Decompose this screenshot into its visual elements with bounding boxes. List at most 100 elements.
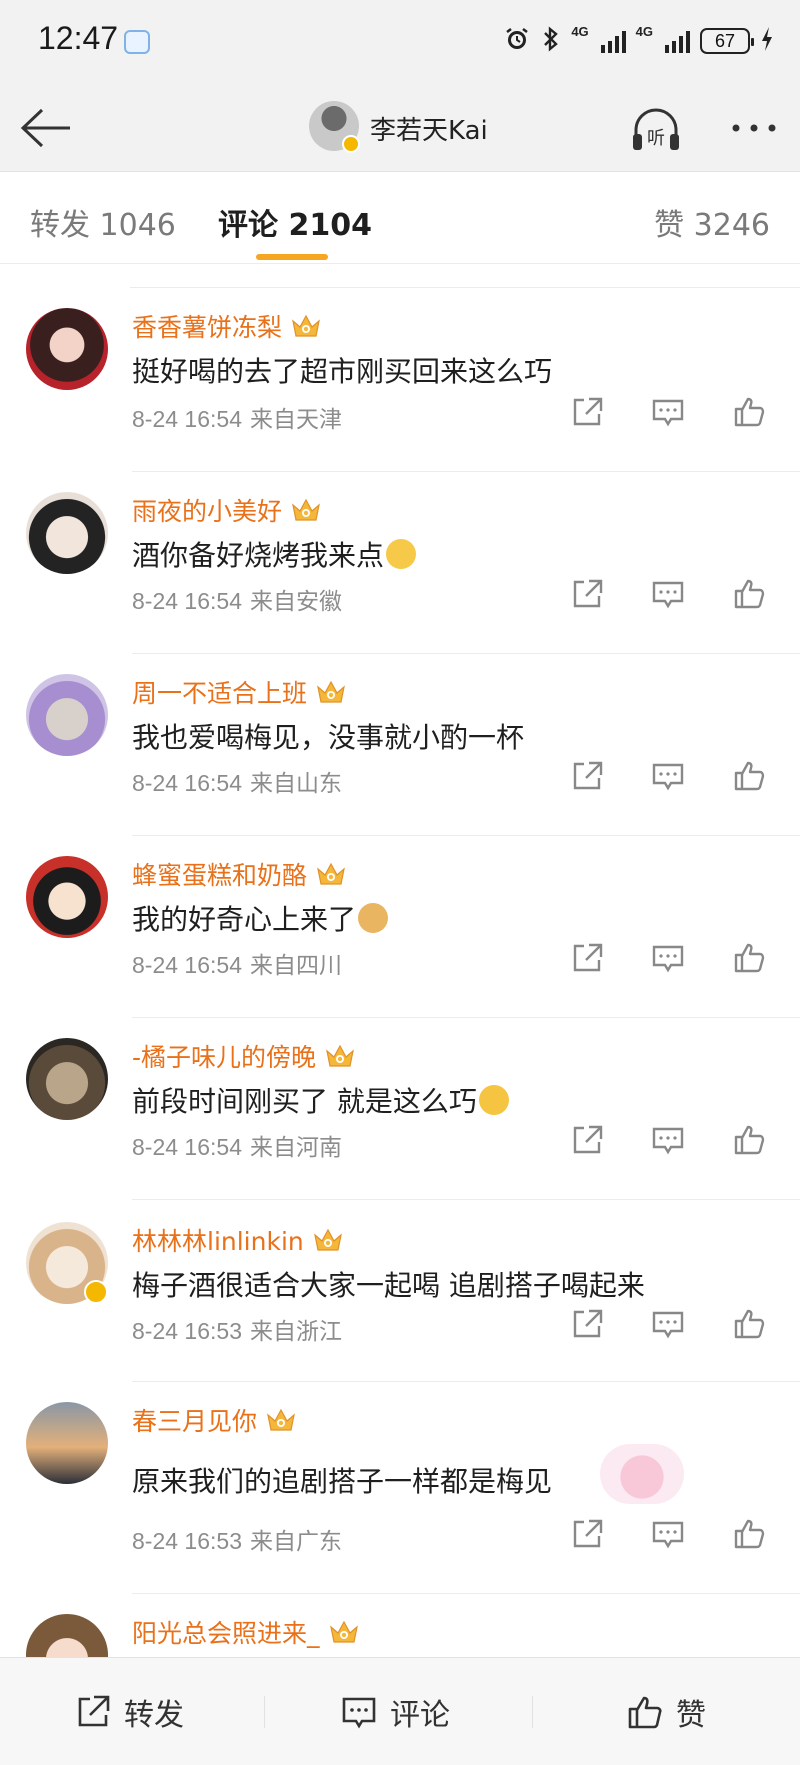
username[interactable]: 蜂蜜蛋糕和奶酪 [132, 856, 307, 892]
comment-reply-button[interactable] [648, 756, 688, 796]
tab-bar: 转发 1046 评论 2104 赞 3246 [0, 172, 800, 264]
status-time: 12:47 [38, 20, 119, 56]
comment-text: 梅子酒很适合大家一起喝 追剧搭子喝起来 [132, 1264, 645, 1304]
username-row: 阳光总会照进来_ [132, 1614, 360, 1650]
comment-item[interactable]: 周一不适合上班 我也爱喝梅见，没事就小酌一杯 8-24 16:54 来自山东 [0, 654, 800, 836]
username[interactable]: 阳光总会照进来_ [132, 1614, 320, 1650]
comment-time: 8-24 16:54 [132, 1134, 242, 1160]
share-icon [573, 761, 603, 790]
more-dots-icon [732, 124, 776, 132]
username[interactable]: 周一不适合上班 [132, 674, 307, 710]
username-row: -橘子味儿的傍晚 [132, 1038, 356, 1074]
user-avatar[interactable] [26, 492, 108, 574]
comment-button[interactable]: 评论 [340, 1688, 450, 1736]
comment-item[interactable]: 香香薯饼冻梨 挺好喝的去了超市刚买回来这么巧 8-24 16:54 来自天津 [0, 288, 800, 472]
username[interactable]: 香香薯饼冻梨 [132, 308, 282, 344]
user-avatar[interactable] [26, 1402, 108, 1484]
divider [264, 1696, 265, 1728]
like-label: 赞 [676, 1698, 706, 1733]
previous-comment-partial [130, 264, 800, 288]
comment-share-button[interactable] [568, 392, 608, 432]
comment-reply-button[interactable] [648, 938, 688, 978]
user-avatar[interactable] [26, 308, 108, 390]
share-icon [78, 1695, 110, 1727]
comment-share-button[interactable] [568, 1304, 608, 1344]
vip-crown-icon [292, 498, 320, 521]
comment-reply-button[interactable] [648, 1514, 688, 1554]
username[interactable]: 雨夜的小美好 [132, 492, 282, 528]
status-bar: 12:47 4G 4G 67 [0, 0, 800, 84]
comment-text: 前段时间刚买了 就是这么巧 [132, 1080, 509, 1120]
comment-item[interactable]: -橘子味儿的傍晚 前段时间刚买了 就是这么巧 8-24 16:54 来自河南 [0, 1018, 800, 1200]
comment-share-button[interactable] [568, 756, 608, 796]
vip-crown-icon [317, 862, 345, 885]
thumbs-up-icon [734, 579, 765, 609]
comment-share-button[interactable] [568, 1120, 608, 1160]
comment-share-button[interactable] [568, 1514, 608, 1554]
comment-like-button[interactable] [730, 1120, 770, 1160]
comment-text-content: 梅子酒很适合大家一起喝 追剧搭子喝起来 [132, 1269, 645, 1302]
charging-icon [760, 26, 774, 56]
comment-reply-button[interactable] [648, 1120, 688, 1160]
comment-location: 来自广东 [249, 1529, 342, 1555]
repost-button[interactable]: 转发 [74, 1688, 184, 1736]
face-emoji-icon [386, 539, 417, 569]
tab-likes[interactable]: 赞 3246 [654, 200, 770, 244]
comment-meta: 8-24 16:53 来自广东 [132, 1522, 342, 1556]
thumbs-up-icon [734, 1519, 765, 1549]
tab-repost[interactable]: 转发 1046 [30, 200, 176, 244]
tab-comments[interactable]: 评论 2104 [218, 200, 372, 244]
username-row: 周一不适合上班 [132, 674, 347, 710]
signal-1-icon [600, 29, 626, 53]
comment-icon [652, 763, 684, 791]
comment-item[interactable]: 林林林linlinkin 梅子酒很适合大家一起喝 追剧搭子喝起来 8-24 16:5… [0, 1200, 800, 1382]
username[interactable]: 林林林linlinkin [132, 1222, 304, 1258]
user-avatar[interactable] [26, 856, 108, 938]
comment-like-button[interactable] [730, 392, 770, 432]
thumbs-up-icon [734, 397, 765, 427]
comment-share-button[interactable] [568, 938, 608, 978]
user-avatar[interactable] [26, 674, 108, 756]
comment-like-button[interactable] [730, 1304, 770, 1344]
comment-like-button[interactable] [730, 574, 770, 614]
bottom-action-bar: 转发 评论 赞 [0, 1657, 800, 1765]
comment-share-button[interactable] [568, 574, 608, 614]
comment-reply-button[interactable] [648, 392, 688, 432]
comment-meta: 8-24 16:53 来自浙江 [132, 1312, 342, 1346]
comment-reply-button[interactable] [648, 574, 688, 614]
comment-like-button[interactable] [730, 1514, 770, 1554]
headphones-icon: 听 [633, 108, 679, 150]
username-row: 雨夜的小美好 [132, 492, 322, 528]
username[interactable]: -橘子味儿的傍晚 [132, 1038, 316, 1074]
user-avatar[interactable] [26, 1614, 108, 1657]
author-name[interactable]: 李若天Kai [370, 110, 488, 147]
thumbs-up-icon [628, 1696, 662, 1729]
back-button[interactable] [18, 102, 74, 154]
comment-item[interactable]: 阳光总会照进来_ [0, 1594, 800, 1657]
username[interactable]: 春三月见你 [132, 1402, 257, 1438]
vip-crown-icon [317, 680, 345, 703]
comment-icon [652, 1127, 684, 1155]
comment-item[interactable]: 春三月见你 原来我们的追剧搭子一样都是梅见 8-24 16:53 来自广东 [0, 1382, 800, 1594]
thumbs-up-icon [734, 761, 765, 791]
comment-location: 来自浙江 [249, 1319, 342, 1345]
comment-reply-button[interactable] [648, 1304, 688, 1344]
battery-indicator: 67 [700, 28, 754, 54]
comment-like-button[interactable] [730, 756, 770, 796]
like-button[interactable]: 赞 [626, 1688, 706, 1736]
comment-item[interactable]: 雨夜的小美好 酒你备好烧烤我来点 8-24 16:54 来自安徽 [0, 472, 800, 654]
comment-list[interactable]: 香香薯饼冻梨 挺好喝的去了超市刚买回来这么巧 8-24 16:54 来自天津 雨夜的小美… [0, 264, 800, 1657]
comment-meta: 8-24 16:54 来自四川 [132, 946, 342, 980]
signal-2-icon [665, 29, 690, 53]
comment-time: 8-24 16:53 [132, 1318, 242, 1344]
comment-like-button[interactable] [730, 938, 770, 978]
listen-button[interactable]: 听 [628, 104, 684, 154]
share-icon [573, 397, 603, 426]
repost-label: 转发 [124, 1698, 184, 1733]
user-avatar[interactable] [26, 1038, 108, 1120]
comment-text: 我也爱喝梅见，没事就小酌一杯 [132, 716, 524, 756]
comment-item[interactable]: 蜂蜜蛋糕和奶酪 我的好奇心上来了 8-24 16:54 来自四川 [0, 836, 800, 1018]
more-options-button[interactable] [726, 106, 782, 150]
listen-label: 听 [647, 128, 665, 149]
comment-meta: 8-24 16:54 来自安徽 [132, 582, 342, 616]
